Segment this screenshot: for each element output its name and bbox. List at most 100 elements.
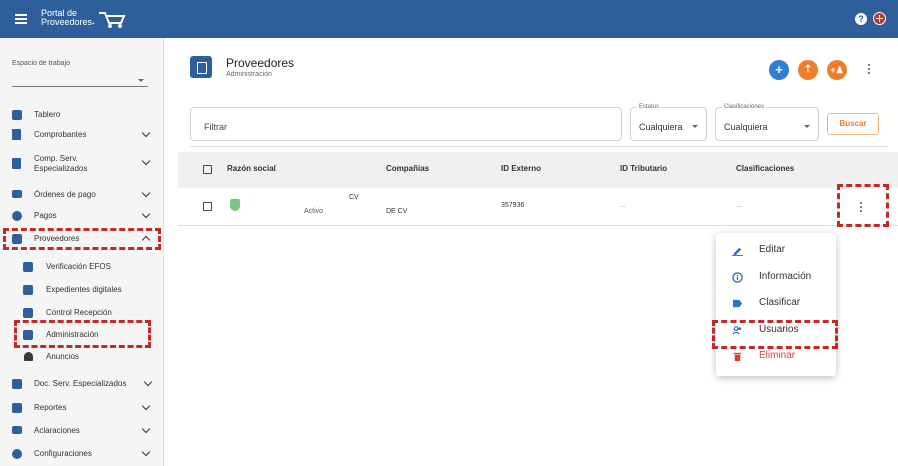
sidebar-item-anuncios[interactable]: Anuncios <box>0 350 164 364</box>
folder-icon <box>23 285 33 295</box>
row-tax-id: ... <box>620 202 626 209</box>
menu-item-clasificar[interactable]: Clasificar <box>716 292 836 314</box>
highlight-row-actions <box>837 184 889 227</box>
column-companias[interactable]: Compañías <box>386 164 429 173</box>
highlight-administracion <box>14 320 151 348</box>
column-razon-social[interactable]: Razón social <box>227 164 276 173</box>
row-company: DE CV <box>386 208 408 215</box>
search-button[interactable]: Buscar <box>827 113 879 135</box>
chevron-down-icon <box>141 447 151 457</box>
sidebar-item-configuraciones[interactable]: Configuraciones <box>0 447 164 461</box>
menu-item-informacion[interactable]: Información <box>716 266 836 288</box>
menu-icon[interactable] <box>15 14 27 24</box>
sidebar-item-label: Tablero <box>34 110 61 119</box>
chevron-down-icon <box>143 377 153 387</box>
column-id-tributario[interactable]: ID Tributario <box>620 164 667 173</box>
sidebar-item-label: Comprobantes <box>34 130 87 139</box>
status-value: Cualquiera <box>639 122 683 132</box>
bell-icon <box>24 352 33 361</box>
report-icon <box>12 403 22 413</box>
sidebar-item-ordenes[interactable]: Órdenes de pago <box>0 188 164 202</box>
sidebar-item-comprobantes[interactable]: Comprobantes <box>0 128 164 142</box>
sidebar-item-tablero[interactable]: Tablero <box>0 108 164 122</box>
add-button[interactable]: + <box>769 60 789 80</box>
sidebar-item-pagos[interactable]: Pagos <box>0 209 164 223</box>
filter-bar: Filtrar Estatus Cualquiera Clasificacion… <box>190 104 888 147</box>
language-icon[interactable] <box>873 12 886 25</box>
mail-icon <box>12 426 22 434</box>
chevron-down-icon <box>141 128 151 138</box>
page-subtitle: Administración <box>226 71 272 78</box>
sidebar-item-label: Aclaraciones <box>34 426 80 435</box>
verify-icon <box>23 262 33 272</box>
classifications-label: Clasificaciones <box>722 104 767 110</box>
sidebar-item-reportes[interactable]: Reportes <box>0 401 164 415</box>
sidebar-item-label: Verificación EFOS <box>46 262 111 271</box>
add-users-button[interactable]: +♟ <box>827 60 847 80</box>
info-icon <box>732 272 743 283</box>
verified-shield-icon <box>230 199 240 211</box>
row-checkbox[interactable] <box>203 202 212 211</box>
column-clasificaciones[interactable]: Clasificaciones <box>736 164 794 173</box>
list-icon <box>23 308 33 318</box>
sidebar-item-comp-serv[interactable]: Comp. Serv. Especializados <box>0 152 164 176</box>
sidebar-item-label: Comp. Serv. Especializados <box>34 154 88 173</box>
sidebar-item-doc-serv[interactable]: Doc. Serv. Especializados <box>0 377 164 391</box>
chevron-down-icon <box>141 401 151 411</box>
row-name: CV <box>349 194 359 201</box>
sidebar: Espacio de trabajo Tablero Comprobantes … <box>0 38 164 466</box>
app-logo[interactable]: Portal de Proveedores+ <box>41 9 127 29</box>
sidebar-item-label: Anuncios <box>46 352 79 361</box>
chevron-down-icon <box>141 424 151 434</box>
building-icon <box>190 56 212 78</box>
sidebar-item-label: Expedientes digitales <box>46 285 122 294</box>
dashboard-icon <box>12 110 22 120</box>
menu-item-label: Clasificar <box>759 297 801 308</box>
card-icon <box>12 190 22 198</box>
sidebar-item-verificacion-efos[interactable]: Verificación EFOS <box>0 260 164 274</box>
delete-icon <box>733 352 742 362</box>
upload-button[interactable]: ⇡ <box>798 60 818 80</box>
money-icon <box>12 211 22 221</box>
select-all-checkbox[interactable] <box>203 165 212 174</box>
classifications-value: Cualquiera <box>724 122 768 132</box>
workspace-selector[interactable]: Espacio de trabajo <box>12 60 148 87</box>
filter-input[interactable]: Filtrar <box>190 107 622 141</box>
sidebar-item-expedientes[interactable]: Expedientes digitales <box>0 283 164 297</box>
highlight-proveedores <box>3 228 161 250</box>
row-classifications: ... <box>736 202 742 209</box>
workspace-select[interactable] <box>12 73 148 87</box>
logo-text: Portal de Proveedores+ <box>41 9 95 29</box>
workspace-label: Espacio de trabajo <box>12 60 70 67</box>
document-icon <box>12 129 21 140</box>
sidebar-item-aclaraciones[interactable]: Aclaraciones <box>0 424 164 438</box>
sidebar-item-label: Configuraciones <box>34 449 92 458</box>
filter-placeholder: Filtrar <box>204 122 227 132</box>
doc-check-icon <box>12 379 22 389</box>
sidebar-item-label: Control Recepción <box>46 308 112 317</box>
chevron-down-icon <box>141 156 151 166</box>
sidebar-item-control-recepcion[interactable]: Control Recepción <box>0 306 164 320</box>
classifications-select[interactable]: Clasificaciones Cualquiera <box>715 104 819 141</box>
help-icon[interactable]: ? <box>855 12 867 25</box>
column-id-externo[interactable]: ID Externo <box>501 164 541 173</box>
sidebar-item-label: Reportes <box>34 403 67 412</box>
table-header: Razón social Compañías ID Externo ID Tri… <box>178 152 898 188</box>
row-status: Activo <box>304 208 324 215</box>
page-title: Proveedores <box>226 56 295 70</box>
sidebar-item-label: Órdenes de pago <box>34 190 96 199</box>
more-options-icon[interactable] <box>868 64 871 76</box>
highlight-usuarios <box>712 320 838 349</box>
status-select[interactable]: Estatus Cualquiera <box>630 104 707 141</box>
menu-item-editar[interactable]: Editar <box>716 239 836 261</box>
sidebar-item-label: Doc. Serv. Especializados <box>34 379 127 388</box>
table-row[interactable]: CV Activo DE CV 357936 ... ... <box>178 188 898 226</box>
chevron-down-icon <box>141 188 151 198</box>
edit-icon <box>732 247 743 256</box>
document-icon <box>12 158 21 169</box>
status-label: Estatus <box>637 104 662 110</box>
chevron-down-icon <box>692 125 698 128</box>
row-external-id: 357936 <box>501 202 525 209</box>
chevron-down-icon <box>804 125 810 128</box>
chevron-down-icon <box>141 209 151 219</box>
